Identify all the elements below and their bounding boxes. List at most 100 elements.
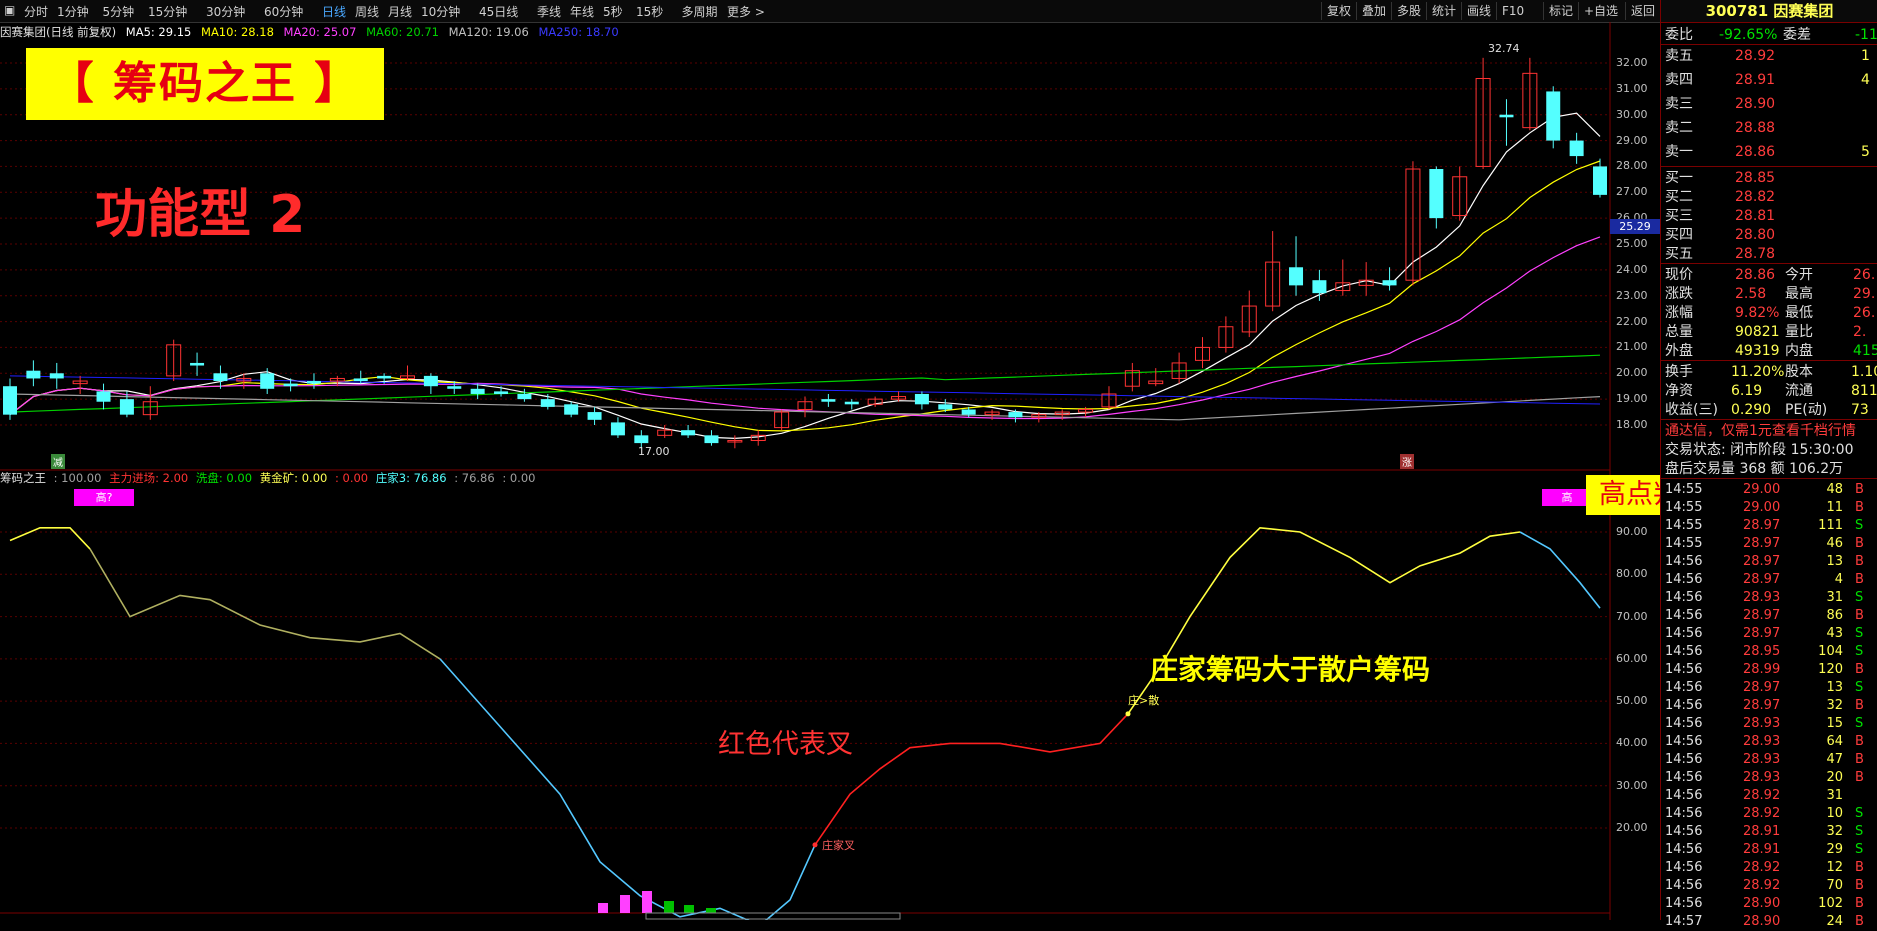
panel-separator — [1661, 166, 1877, 167]
tick-row: 14:55 28.97 111 S — [1665, 518, 1864, 533]
cross-tag: 庄家叉 — [822, 839, 855, 852]
candle-down — [681, 430, 696, 436]
candle-down — [517, 393, 532, 400]
ask-row: 卖一 28.86 5 — [1665, 144, 1870, 160]
main-in-label: 主力进场: 2.00 — [109, 471, 189, 485]
period-tab[interactable]: 更多 > — [727, 3, 765, 20]
candle-down — [1546, 91, 1561, 141]
high-marker-left: 高? — [74, 489, 134, 506]
panel-separator — [1661, 360, 1877, 361]
candle-down — [914, 393, 929, 405]
tag-reduce: 减 — [51, 454, 65, 469]
candle-down — [610, 422, 625, 436]
indicator-axis-label: 40.00 — [1616, 736, 1648, 750]
after-hours-volume: 盘后交易量 368 额 106.2万 — [1665, 461, 1844, 477]
toolbar-button[interactable]: 画线 — [1461, 2, 1496, 20]
volume-bar — [620, 895, 630, 913]
candle-down — [1289, 267, 1304, 286]
indicator-axis-label: 50.00 — [1616, 694, 1648, 708]
toolbar-button[interactable]: +自选 — [1578, 2, 1623, 20]
gold-label: 黄金矿: 0.00 — [259, 471, 328, 485]
tick-row: 14:55 29.00 48 B — [1665, 482, 1864, 497]
period-tab[interactable]: 季线 — [537, 3, 561, 20]
order-ratio-row: 委比 -92.65% 委差 -11 — [1665, 27, 1877, 43]
period-tab[interactable]: 分时 — [24, 3, 48, 20]
toolbar-button[interactable]: 多股 — [1391, 2, 1426, 20]
panel-separator — [1661, 419, 1877, 420]
period-tab[interactable]: 日线 — [322, 3, 346, 20]
quote-stat-row: 外盘 49319 内盘 415 — [1665, 343, 1877, 359]
tick-row: 14:56 28.93 20 B — [1665, 770, 1864, 785]
notice-link: 通达信，仅需1元查看千档行情 — [1665, 423, 1856, 439]
toolbar-button[interactable]: 返回 — [1625, 2, 1660, 20]
quote-stat-row: 涨跌 2.58 最高 29. — [1665, 286, 1876, 302]
toolbar-button[interactable]: 复权 — [1321, 2, 1356, 20]
toolbar-menu-icon[interactable]: ▣ — [4, 3, 15, 17]
indicator-v4: : 0.00 — [502, 471, 536, 485]
period-tab[interactable]: 15秒 — [636, 3, 663, 20]
panel-separator — [1661, 478, 1877, 479]
price-axis-label: 19.00 — [1616, 392, 1648, 406]
indicator-axis-label: 80.00 — [1616, 567, 1648, 581]
price-axis-label: 27.00 — [1616, 185, 1648, 199]
candle-down — [213, 373, 228, 382]
candle-down — [1008, 412, 1023, 418]
period-tab[interactable]: 30分钟 — [206, 3, 245, 20]
wash-label: 洗盘: 0.00 — [195, 471, 253, 485]
tick-row: 14:56 28.91 29 S — [1665, 842, 1864, 857]
indicator-line-yellow — [9, 526, 91, 550]
candle-down — [634, 435, 649, 444]
quote-stat-row: 换手11.20%股本1.10 — [1665, 364, 1877, 380]
volume-bar — [664, 901, 674, 913]
period-tab[interactable]: 10分钟 — [421, 3, 460, 20]
tick-row: 14:56 28.97 43 S — [1665, 626, 1864, 641]
period-tab[interactable]: 周线 — [355, 3, 379, 20]
candle-down — [564, 404, 579, 415]
indicator-axis-label: 60.00 — [1616, 651, 1648, 665]
tick-row: 14:56 28.90 102 B — [1665, 896, 1864, 911]
indicator-line-red — [814, 713, 1129, 846]
indicator-axis-label: 70.00 — [1616, 609, 1648, 623]
period-tab[interactable]: 多周期 — [682, 3, 718, 20]
candle-down — [190, 362, 205, 366]
candle-down — [49, 373, 64, 379]
quote-stat-row: 收益(三) 0.290 PE(动) 73 — [1665, 402, 1869, 418]
zhuang-gt-tag: 庄>散 — [1128, 694, 1160, 707]
period-tab[interactable]: 5分钟 — [103, 3, 135, 20]
high-marker-right: 高 — [1542, 489, 1592, 506]
tick-row: 14:56 28.93 47 B — [1665, 752, 1864, 767]
indicator-v1: : 100.00 — [53, 471, 102, 485]
period-tab[interactable]: 1分钟 — [57, 3, 89, 20]
period-tab[interactable]: 45日线 — [479, 3, 518, 20]
period-tab[interactable]: 15分钟 — [148, 3, 187, 20]
quote-title[interactable]: 300781 因赛集团 — [1661, 0, 1877, 23]
candle-down — [306, 381, 321, 384]
candle-down — [704, 435, 719, 444]
tick-row: 14:56 28.92 31 — [1665, 788, 1843, 803]
candle-down — [1382, 280, 1397, 286]
period-tab[interactable]: 5秒 — [603, 3, 623, 20]
cross-dot — [812, 842, 818, 848]
toolbar-button[interactable]: 标记 — [1543, 2, 1578, 20]
toolbar-button[interactable]: 叠加 — [1356, 2, 1391, 20]
bid-row: 买五 28.78 — [1665, 246, 1776, 262]
tick-row: 14:56 28.97 32 B — [1665, 698, 1864, 713]
period-tab[interactable]: 60分钟 — [264, 3, 303, 20]
period-tab[interactable]: 年线 — [570, 3, 594, 20]
period-tab[interactable]: 月线 — [388, 3, 412, 20]
tick-row: 14:57 28.90 24 B — [1665, 914, 1864, 929]
yellow-annotation: 庄家筹码大于散户筹码 — [1150, 653, 1431, 686]
indicator-line-olive — [89, 548, 441, 660]
toolbar-button[interactable]: 统计 — [1426, 2, 1461, 20]
tick-row: 14:56 28.92 70 B — [1665, 878, 1864, 893]
candle-down — [1593, 166, 1607, 195]
candle-down — [119, 399, 134, 415]
candle-down — [821, 399, 836, 402]
tick-row: 14:55 28.97 46 B — [1665, 536, 1864, 551]
toolbar-button[interactable]: F10 — [1496, 2, 1529, 20]
candle-down — [1499, 114, 1514, 118]
panel-separator — [1661, 263, 1877, 264]
indicator-v3: : 76.86 — [454, 471, 495, 485]
candle-down — [587, 412, 602, 420]
tick-row: 14:55 29.00 11 B — [1665, 500, 1864, 515]
